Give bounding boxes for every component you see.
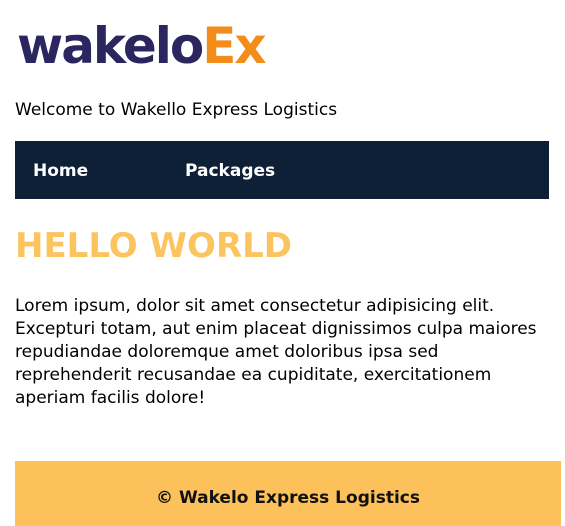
- nav-link-packages[interactable]: Packages: [185, 160, 275, 182]
- main-nav: Home Packages: [15, 141, 549, 199]
- intro-paragraph: Lorem ipsum, dolor sit amet consectetur …: [15, 296, 537, 408]
- nav-link-home[interactable]: Home: [33, 160, 88, 182]
- logo-text-main: wakelo: [17, 17, 204, 75]
- brand-logo[interactable]: wakelo Ex: [17, 17, 267, 75]
- page-title: HELLO WORLD: [15, 226, 293, 266]
- footer-copyright: © Wakelo Express Logistics: [156, 488, 420, 508]
- footer: © Wakelo Express Logistics: [15, 461, 561, 526]
- logo-text-accent: Ex: [202, 17, 266, 75]
- welcome-text: Welcome to Wakello Express Logistics: [15, 100, 338, 120]
